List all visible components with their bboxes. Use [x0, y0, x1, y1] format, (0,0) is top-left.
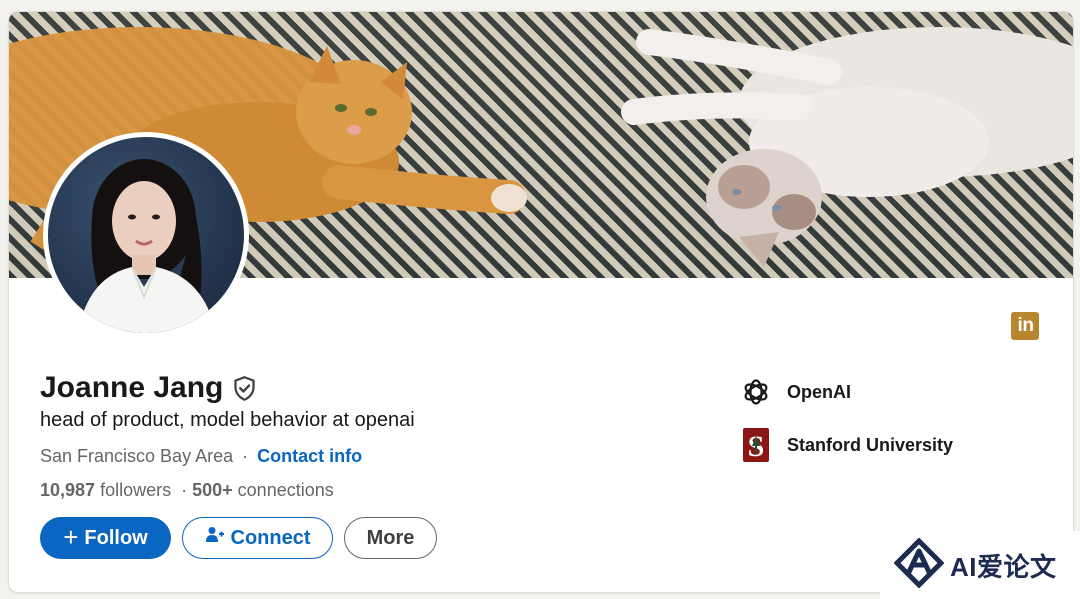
separator-dot: ·: [242, 446, 249, 466]
profile-name: Joanne Jang: [40, 371, 224, 404]
separator-dot: ·: [181, 480, 188, 500]
stats-row: 10,987 followers · 500+ connections: [40, 480, 334, 501]
org-item-stanford[interactable]: S Stanford University: [740, 425, 1060, 465]
profile-card: in Joanne Jang head of product, model be…: [8, 11, 1074, 593]
watermark-text: AI爱论文: [950, 551, 1057, 582]
connections-label: connections: [237, 480, 334, 500]
connections-count: 500+: [192, 480, 233, 500]
follow-button-label: Follow: [84, 526, 148, 549]
org-name-stanford: Stanford University: [787, 434, 954, 455]
profile-location: San Francisco Bay Area: [40, 446, 234, 466]
linkedin-icon[interactable]: in: [1011, 312, 1039, 340]
followers-stat[interactable]: 10,987 followers: [40, 480, 171, 500]
connect-button-label: Connect: [230, 526, 311, 549]
contact-info-link[interactable]: Contact info: [257, 446, 362, 466]
follow-button[interactable]: + Follow: [40, 517, 171, 559]
followers-count: 10,987: [40, 480, 96, 500]
watermark-logo-icon: [893, 536, 945, 593]
profile-photo[interactable]: [43, 132, 249, 338]
add-person-icon: [205, 525, 225, 551]
person-portrait-image: [78, 159, 216, 333]
org-name-openai: OpenAI: [787, 381, 852, 402]
more-button-label: More: [366, 526, 415, 549]
plus-icon: +: [63, 522, 79, 552]
connections-stat[interactable]: 500+ connections: [192, 480, 334, 500]
openai-logo-icon: [740, 376, 772, 408]
watermark: AI爱论文: [880, 531, 1080, 599]
followers-label: followers: [100, 480, 172, 500]
verified-shield-icon[interactable]: [231, 375, 258, 402]
more-button[interactable]: More: [344, 517, 437, 559]
stanford-logo-icon: S: [740, 428, 772, 463]
name-row: Joanne Jang: [40, 368, 258, 408]
profile-headline: head of product, model behavior at opena…: [40, 409, 415, 431]
profile-actions: + Follow Connect More: [40, 517, 437, 559]
location-row: San Francisco Bay Area · Contact info: [40, 446, 362, 467]
org-item-openai[interactable]: OpenAI: [740, 372, 1060, 412]
connect-button[interactable]: Connect: [182, 517, 333, 559]
avatar: [48, 137, 244, 333]
organizations-list: OpenAI S Stanford University: [740, 372, 1060, 478]
